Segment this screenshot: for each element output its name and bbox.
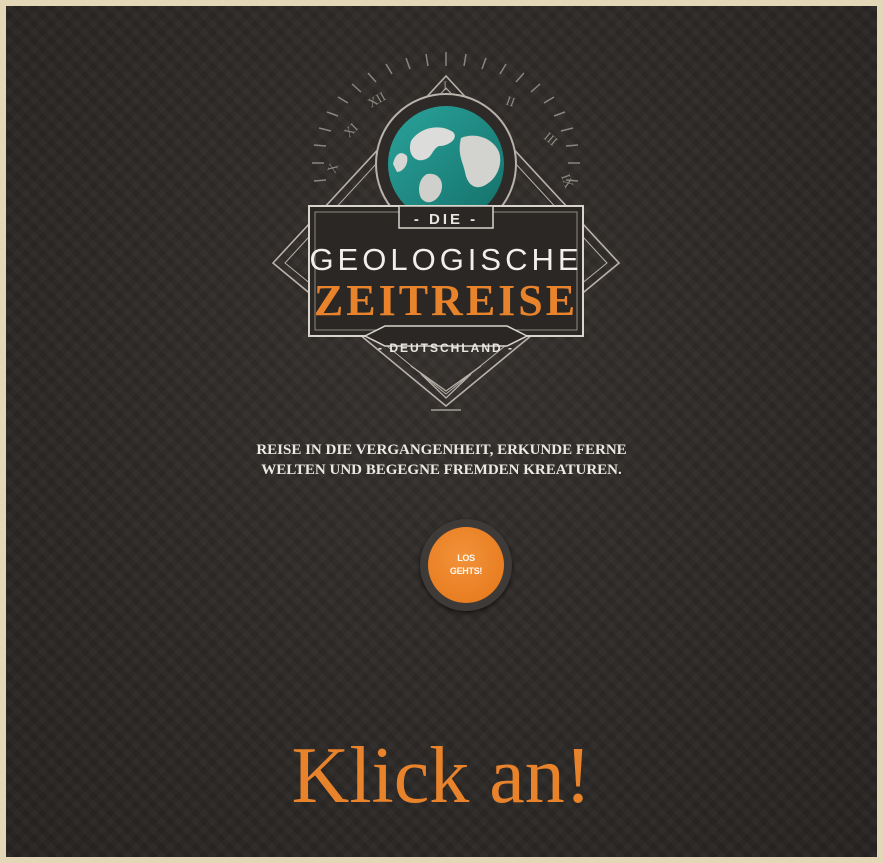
numeral-xii: XII	[365, 89, 388, 111]
bottom-chevrons	[410, 365, 482, 411]
click-hint-overlay: Klick an!	[291, 732, 592, 820]
numeral-ix: IX	[558, 172, 577, 191]
cta-line-2: GEHTS!	[449, 566, 483, 576]
start-screen: XII I II III XI X IX - DIE - GEOLOGISCHE…	[6, 6, 877, 857]
numeral-xi: XI	[341, 120, 361, 140]
logo-emblem: XII I II III XI X IX	[271, 52, 621, 411]
zeitreise-logo: XII I II III XI X IX - DIE - GEOLOGISCHE…	[261, 46, 631, 418]
intro-line-1: REISE IN DIE VERGANGENHEIT, ERKUNDE FERN…	[256, 442, 627, 458]
numeral-ii: II	[504, 93, 517, 110]
numeral-x: X	[324, 160, 342, 175]
cta-line-1: LOS	[457, 553, 475, 563]
logo-deutschland: - DEUTSCHLAND -	[378, 341, 514, 355]
globe-icon	[388, 106, 504, 222]
logo-title-zeitreise: ZEITREISE	[313, 276, 579, 325]
logo-title-geologische: GEOLOGISCHE	[309, 242, 583, 277]
los-gehts-button[interactable]: LOS GEHTS!	[420, 519, 512, 611]
los-gehts-button-face[interactable]: LOS GEHTS!	[428, 527, 504, 603]
intro-line-2: WELTEN UND BEGEGNE FREMDEN KREATUREN.	[261, 462, 622, 478]
logo-die: - DIE -	[413, 211, 479, 228]
numeral-iii: III	[541, 129, 561, 149]
intro-text: REISE IN DIE VERGANGENHEIT, ERKUNDE FERN…	[6, 440, 877, 480]
